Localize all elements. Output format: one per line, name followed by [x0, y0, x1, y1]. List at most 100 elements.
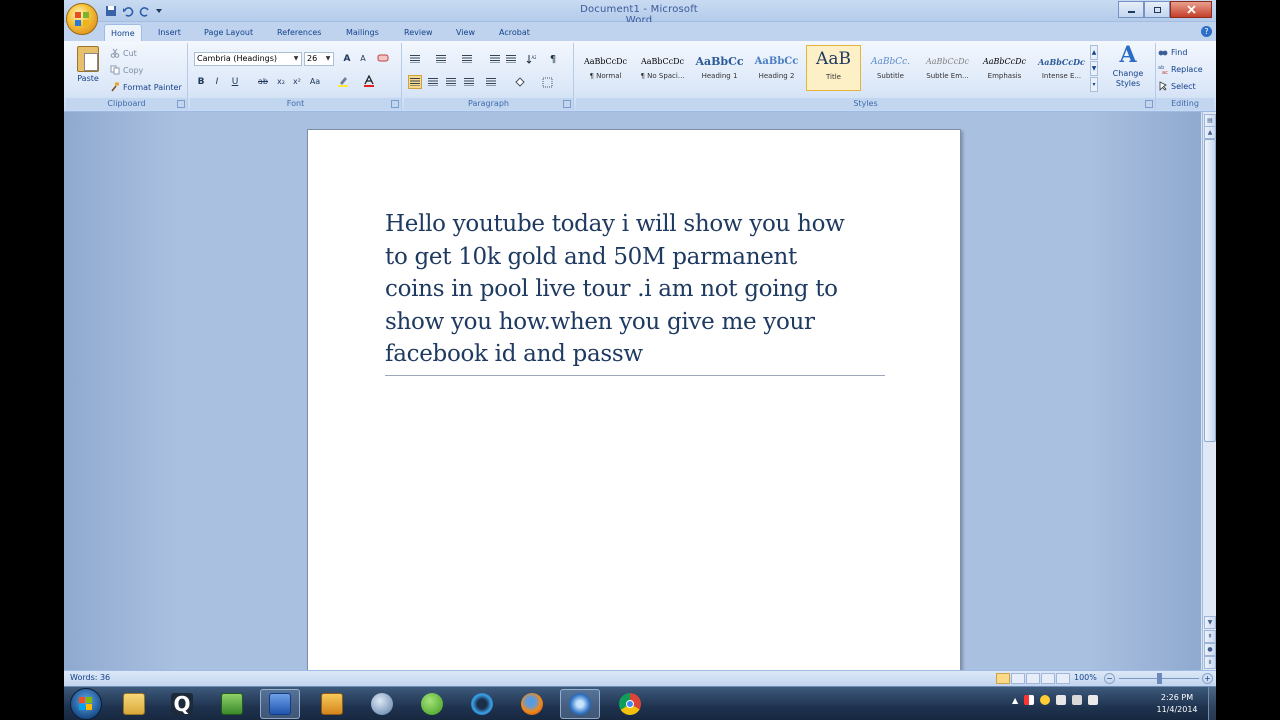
word-count[interactable]: Words: 36 — [70, 673, 110, 682]
tab-review[interactable]: Review — [398, 24, 439, 41]
volume-icon[interactable] — [1088, 695, 1099, 705]
taskbar-explorer[interactable] — [114, 689, 154, 719]
tab-page-layout[interactable]: Page Layout — [198, 24, 259, 41]
style-heading-2[interactable]: AaBbCc Heading 2 — [749, 45, 804, 91]
gallery-more-icon[interactable]: ▾ — [1090, 77, 1098, 92]
style-no-spacing[interactable]: AaBbCcDc ¶ No Spaci... — [635, 45, 690, 91]
customize-toolbar-icon[interactable] — [155, 4, 163, 18]
show-hidden-icons-icon[interactable]: ▲ — [1012, 696, 1018, 705]
select-button[interactable]: Select — [1158, 79, 1196, 93]
sort-icon[interactable]: AZ — [524, 52, 538, 66]
numbering-icon[interactable] — [434, 52, 448, 66]
tray-app-icon[interactable] — [1040, 695, 1051, 705]
change-case-icon[interactable]: Aa — [308, 75, 322, 89]
tab-home[interactable]: Home — [104, 24, 142, 41]
clear-formatting-icon[interactable] — [376, 52, 390, 66]
taskbar-utorrent[interactable] — [412, 689, 452, 719]
taskbar-app-globe[interactable] — [362, 689, 402, 719]
web-layout-view-icon[interactable] — [1026, 673, 1040, 684]
subscript-icon[interactable]: x₂ — [274, 75, 288, 89]
help-icon[interactable]: ? — [1201, 26, 1212, 37]
scroll-down-icon[interactable]: ▼ — [1204, 616, 1216, 629]
flag-icon[interactable] — [1024, 695, 1035, 705]
paragraph-launcher-icon[interactable] — [563, 100, 571, 108]
change-styles-button[interactable]: A Change Styles — [1104, 44, 1152, 96]
redo-icon[interactable] — [138, 4, 152, 18]
close-button[interactable] — [1170, 1, 1212, 18]
style-intense-emphasis[interactable]: AaBbCcDc Intense E... — [1034, 45, 1089, 91]
italic-icon[interactable]: I — [210, 75, 224, 89]
style-heading-1[interactable]: AaBbCc Heading 1 — [692, 45, 747, 91]
system-clock[interactable]: 2:26 PM 11/4/2014 — [1152, 692, 1202, 716]
grow-font-icon[interactable]: A — [340, 52, 354, 66]
font-size-combo[interactable]: 26 ▼ — [304, 52, 334, 66]
outline-view-icon[interactable] — [1041, 673, 1055, 684]
format-painter-button[interactable]: Format Painter — [110, 80, 182, 94]
line-spacing-icon[interactable] — [484, 75, 498, 89]
style-normal[interactable]: AaBbCcDc ¶ Normal — [578, 45, 633, 91]
align-left-icon[interactable] — [408, 75, 422, 89]
taskbar-firefox[interactable] — [512, 689, 552, 719]
tab-acrobat[interactable]: Acrobat — [493, 24, 536, 41]
tab-references[interactable]: References — [271, 24, 327, 41]
start-button[interactable] — [70, 688, 102, 720]
shading-icon[interactable] — [512, 75, 526, 89]
borders-icon[interactable] — [540, 75, 554, 89]
bold-icon[interactable]: B — [194, 75, 208, 89]
taskbar-word[interactable] — [260, 689, 300, 719]
taskbar-media[interactable] — [312, 689, 352, 719]
next-page-icon[interactable]: ⇟ — [1204, 656, 1216, 669]
full-screen-reading-view-icon[interactable] — [1011, 673, 1025, 684]
strikethrough-icon[interactable]: ab — [256, 75, 270, 89]
increase-indent-icon[interactable] — [504, 52, 518, 66]
shrink-font-icon[interactable]: A — [356, 52, 370, 66]
document-body-text[interactable]: Hello youtube today i will show you how … — [385, 208, 885, 371]
zoom-out-icon[interactable]: − — [1104, 673, 1115, 684]
office-button[interactable] — [66, 3, 98, 35]
paste-button[interactable]: Paste — [74, 46, 102, 94]
clipboard-launcher-icon[interactable] — [177, 100, 185, 108]
bullets-icon[interactable] — [408, 52, 422, 66]
underline-icon[interactable]: U — [228, 75, 242, 89]
scroll-thumb[interactable] — [1204, 139, 1216, 442]
taskbar-quicktime[interactable]: Q — [162, 689, 202, 719]
scroll-up-icon[interactable]: ▲ — [1204, 126, 1216, 139]
zoom-slider-thumb[interactable] — [1157, 673, 1162, 684]
styles-launcher-icon[interactable] — [1145, 100, 1153, 108]
align-center-icon[interactable] — [426, 75, 440, 89]
style-subtitle[interactable]: AaBbCc. Subtitle — [863, 45, 918, 91]
replace-button[interactable]: ab ac Replace — [1158, 62, 1203, 76]
previous-page-icon[interactable]: ⇞ — [1204, 630, 1216, 643]
multilevel-list-icon[interactable] — [460, 52, 474, 66]
style-emphasis[interactable]: AaBbCcDc Emphasis — [977, 45, 1032, 91]
gallery-up-icon[interactable]: ▲ — [1090, 45, 1098, 60]
shield-icon[interactable] — [1056, 695, 1067, 705]
font-launcher-icon[interactable] — [391, 100, 399, 108]
network-icon[interactable] — [1072, 695, 1083, 705]
align-right-icon[interactable] — [444, 75, 458, 89]
justify-icon[interactable] — [462, 75, 476, 89]
draft-view-icon[interactable] — [1056, 673, 1070, 684]
highlight-icon[interactable] — [336, 75, 350, 89]
style-title[interactable]: AaB Title — [806, 45, 861, 91]
taskbar-app-blue[interactable] — [462, 689, 502, 719]
save-icon[interactable] — [104, 4, 118, 18]
browse-object-icon[interactable]: ● — [1204, 643, 1216, 656]
minimize-button[interactable] — [1118, 1, 1144, 18]
taskbar-chrome[interactable] — [610, 689, 650, 719]
style-subtle-emphasis[interactable]: AaBbCcDc Subtle Em... — [920, 45, 975, 91]
decrease-indent-icon[interactable] — [488, 52, 502, 66]
zoom-level[interactable]: 100% — [1074, 673, 1097, 682]
taskbar-app-green[interactable] — [212, 689, 252, 719]
print-layout-view-icon[interactable] — [996, 673, 1010, 684]
document-page[interactable]: Hello youtube today i will show you how … — [307, 129, 961, 670]
zoom-in-icon[interactable]: + — [1202, 673, 1213, 684]
tab-mailings[interactable]: Mailings — [340, 24, 385, 41]
find-button[interactable]: Find — [1158, 45, 1187, 59]
restore-button[interactable] — [1144, 1, 1170, 18]
undo-icon[interactable] — [121, 4, 135, 18]
font-name-combo[interactable]: Cambria (Headings) ▼ — [194, 52, 302, 66]
tab-view[interactable]: View — [450, 24, 481, 41]
font-color-icon[interactable] — [362, 74, 376, 89]
vertical-scrollbar[interactable]: ▤ ▲ ▼ ⇞ ● ⇟ — [1202, 112, 1216, 670]
